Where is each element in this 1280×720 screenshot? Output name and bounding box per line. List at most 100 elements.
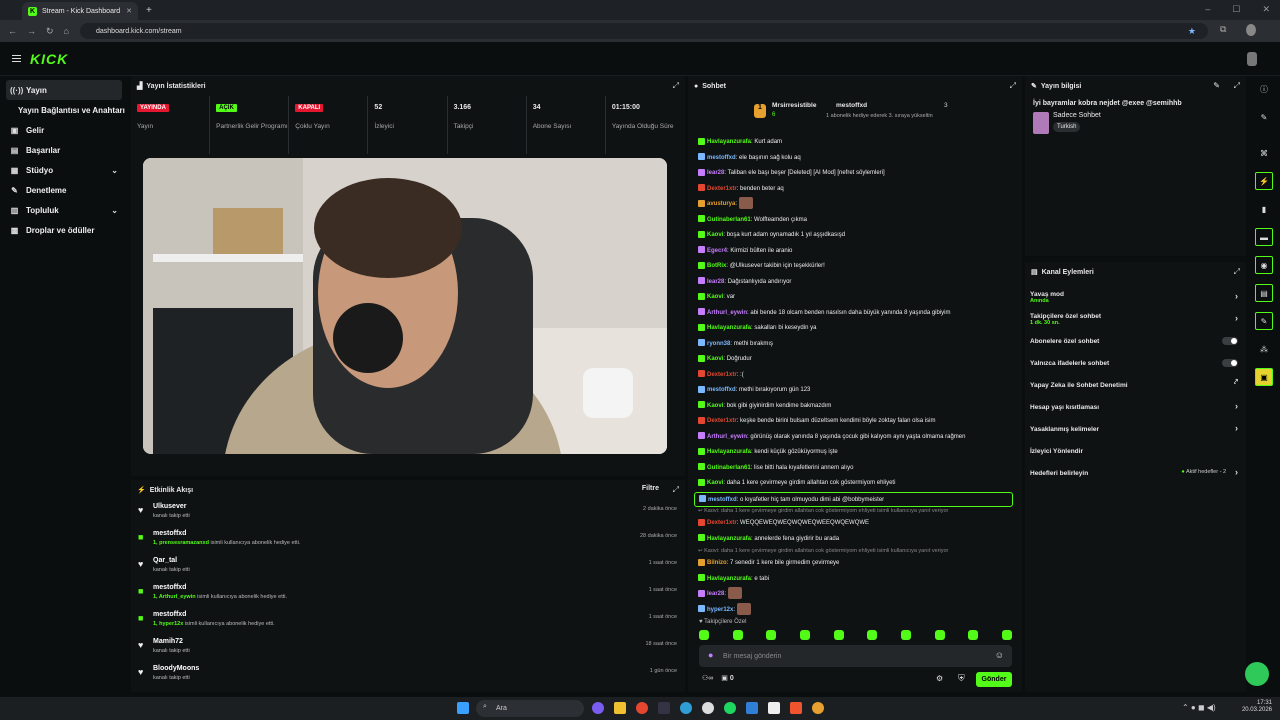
chat-username[interactable]: Gutinaberlan61 <box>707 217 751 223</box>
profile-avatar[interactable] <box>1246 24 1256 36</box>
document-icon[interactable]: ▮ <box>1255 200 1273 218</box>
chat-username[interactable]: BotRix <box>707 263 726 269</box>
chat-username[interactable]: Dexter1xtr <box>707 372 737 378</box>
emote-icon[interactable] <box>934 630 945 640</box>
bolt-icon[interactable]: ⚡ <box>1255 172 1273 190</box>
new-tab-icon[interactable]: + <box>146 5 152 16</box>
sidebar-item-achievements[interactable]: ▤ Başarılar <box>0 140 128 160</box>
emote-only-toggle[interactable] <box>1222 359 1238 367</box>
chat-username[interactable]: Dexter1xtr <box>707 418 737 424</box>
action-banned-words[interactable]: Yasaklanmış kelimeler › <box>1025 418 1246 440</box>
chat-username[interactable]: Kaovi <box>707 480 723 486</box>
window-close-icon[interactable]: ✕ <box>1262 4 1270 15</box>
sidebar-item-revenue[interactable]: ▣ Gelir <box>0 120 128 140</box>
start-icon[interactable] <box>457 702 469 714</box>
close-icon[interactable]: ✕ <box>126 7 132 15</box>
kick-logo[interactable]: KICK <box>30 51 68 67</box>
emote-icon[interactable] <box>867 630 878 640</box>
popout-icon[interactable]: ⤢ <box>1234 81 1240 91</box>
subscribers-only-toggle[interactable] <box>1222 337 1238 345</box>
emote-icon[interactable] <box>900 630 911 640</box>
chat-username[interactable]: mestoffxd <box>707 387 736 393</box>
forward-icon[interactable]: → <box>27 26 36 36</box>
chat-username[interactable]: Havlayanzurafa <box>707 536 751 542</box>
clip-icon[interactable]: ▣ <box>1255 368 1273 386</box>
action-account-age[interactable]: Hesap yaşı kısıtlaması › <box>1025 396 1246 418</box>
address-bar[interactable]: dashboard.kick.com/stream ★ <box>80 23 1208 39</box>
emoji-icon[interactable]: ☺ <box>995 650 1004 660</box>
leader-user[interactable]: mestoffxd <box>836 102 867 109</box>
filter-button[interactable]: Filtre <box>642 485 659 492</box>
popout-icon[interactable]: ⤢ <box>673 485 679 495</box>
bookmark-star-icon[interactable]: ★ <box>1188 26 1196 37</box>
menu-icon[interactable] <box>12 55 21 62</box>
brave-icon[interactable] <box>790 702 802 714</box>
chat-username[interactable]: Egecr4 <box>707 248 727 254</box>
chat-username[interactable]: Havlayanzurafa <box>707 325 751 331</box>
tray-icons[interactable]: ⌃ ● ◼ ◀) <box>1182 703 1216 712</box>
chat-username[interactable]: Kaovi <box>707 294 723 300</box>
emote-icon[interactable] <box>833 630 844 640</box>
home-icon[interactable]: ⌂ <box>64 26 69 36</box>
activity-user[interactable]: BloodyMoons <box>153 665 685 672</box>
mod-shield-icon[interactable]: ⛨ <box>958 673 965 684</box>
chrome-active-icon[interactable] <box>812 702 824 714</box>
chat-username[interactable]: hyper12x <box>707 607 733 613</box>
minimize-icon[interactable]: – <box>1205 4 1210 15</box>
chat-username[interactable]: mestoffxd <box>707 155 736 161</box>
chat-username[interactable]: lear28 <box>707 591 724 597</box>
info-icon[interactable]: ⓘ <box>1255 80 1273 98</box>
mic-icon[interactable]: ● <box>708 650 713 660</box>
github-icon[interactable] <box>702 702 714 714</box>
chat-username[interactable]: Bilnizo <box>707 560 727 566</box>
leader-user[interactable]: Mrsirresistible <box>772 102 816 109</box>
popout-icon[interactable]: ⤢ <box>673 81 679 91</box>
taskbar-search[interactable]: ⌕ Ara <box>476 700 584 717</box>
vscode-icon[interactable] <box>746 702 758 714</box>
chat-username[interactable]: Kaovi <box>707 403 723 409</box>
popout-icon[interactable]: ⤢ <box>1234 267 1240 277</box>
emote-icon[interactable] <box>766 630 777 640</box>
chat-username[interactable]: ryonn38 <box>707 341 730 347</box>
support-chat-icon[interactable] <box>1245 662 1269 686</box>
activity-user[interactable]: Qar_tal <box>153 557 685 564</box>
camera-icon[interactable]: ⌘ <box>1255 144 1273 162</box>
send-button[interactable]: Gönder <box>976 672 1012 687</box>
chat-username[interactable]: Gutinaberlan61 <box>707 465 751 471</box>
user-avatar[interactable] <box>1247 52 1257 66</box>
sidebar-item-stream[interactable]: ((·)) Yayın <box>6 80 122 100</box>
sidebar-item-studio[interactable]: ▦ Stüdyo ⌄ <box>0 160 128 180</box>
chat-username[interactable]: lear28 <box>707 170 724 176</box>
broadcast-icon[interactable]: ◉ <box>1255 256 1273 274</box>
gift-icon[interactable]: ▣ 0 <box>721 674 733 682</box>
emote-icon[interactable] <box>732 630 743 640</box>
activity-user[interactable]: mestoffxd <box>153 584 685 591</box>
activity-user[interactable]: mestoffxd <box>153 530 685 537</box>
stream-preview[interactable] <box>143 158 667 454</box>
steam-icon[interactable] <box>658 702 670 714</box>
reload-icon[interactable]: ↻ <box>46 26 54 37</box>
sidebar-item-drops[interactable]: ▩ Droplar ve ödüller <box>0 220 128 240</box>
action-goals[interactable]: Hedefleri belirleyin ● Aktif hedefler - 2… <box>1025 462 1246 484</box>
sidebar-item-community[interactable]: ▥ Topluluk ⌄ <box>0 200 128 220</box>
chat-username[interactable]: Dexter1xtr <box>707 186 737 192</box>
app-icon[interactable] <box>592 702 604 714</box>
sidebar-item-stream-key[interactable]: Yayın Bağlantısı ve Anahtarı <box>0 100 128 120</box>
chat-username[interactable]: Dexter1xtr <box>707 520 737 526</box>
chat-username[interactable]: Kaovi <box>707 232 723 238</box>
emote-icon[interactable] <box>1001 630 1012 640</box>
edge-icon[interactable] <box>680 702 692 714</box>
language-tag[interactable]: Turkish <box>1053 122 1081 132</box>
category-name[interactable]: Sadece Sohbet <box>1053 112 1246 119</box>
maximize-icon[interactable]: ☐ <box>1232 4 1240 15</box>
folder-icon[interactable] <box>614 702 626 714</box>
clock[interactable]: 17:31 20.03.2026 <box>1240 700 1272 713</box>
share-icon[interactable]: ⁂ <box>1255 340 1273 358</box>
emote-icon[interactable] <box>699 630 709 640</box>
extensions-icon[interactable]: ⧉ <box>1220 24 1226 35</box>
emote-icon[interactable] <box>799 630 810 640</box>
activity-user[interactable]: Ulkusever <box>153 503 685 510</box>
chat-icon[interactable]: ▬ <box>1255 228 1273 246</box>
chat-username[interactable]: Arthurl_eywin <box>707 310 747 316</box>
notion-icon[interactable] <box>768 702 780 714</box>
